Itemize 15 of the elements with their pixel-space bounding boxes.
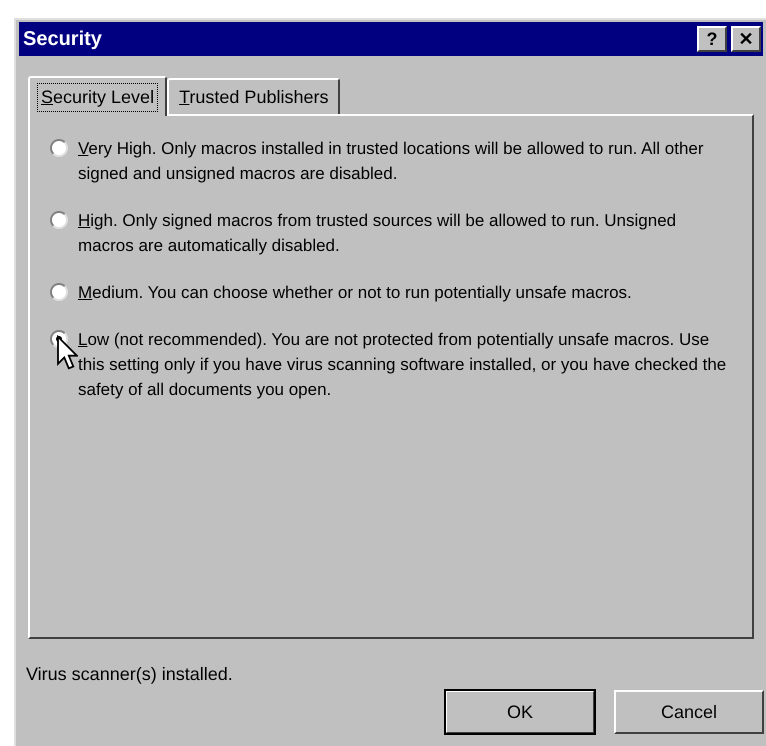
option-label: Very High. Only macros installed in trusted locations will be allowed to run. All other signed and unsigned macros are disabled. [78, 138, 705, 185]
radio-button[interactable] [50, 283, 68, 301]
tab[interactable]: Security Level [28, 76, 168, 116]
option-label: Medium. You can choose whether or not to run potentially unsafe macros. [78, 282, 633, 304]
cancel-button[interactable]: Cancel [614, 690, 764, 734]
option-label: High. Only signed macros from trusted sources will be allowed to run. Unsigned macros are automatically disabled. [78, 210, 678, 257]
tab[interactable]: Trusted Publishers [167, 78, 340, 114]
close-button[interactable]: ✕ [731, 26, 761, 52]
help-button[interactable]: ? [697, 26, 727, 52]
option-label: Low (not recommended). You are not protected from potentially unsafe macros. Use this setting only if you have virus scanning software installed, or you have checked the safety of all documents you open. [78, 329, 728, 401]
radio-button[interactable] [50, 211, 68, 229]
window-title: Security [23, 27, 102, 52]
radio-button[interactable] [50, 139, 68, 157]
ok-button[interactable]: OK [445, 690, 595, 734]
status-text: Virus scanner(s) installed. [26, 663, 234, 686]
